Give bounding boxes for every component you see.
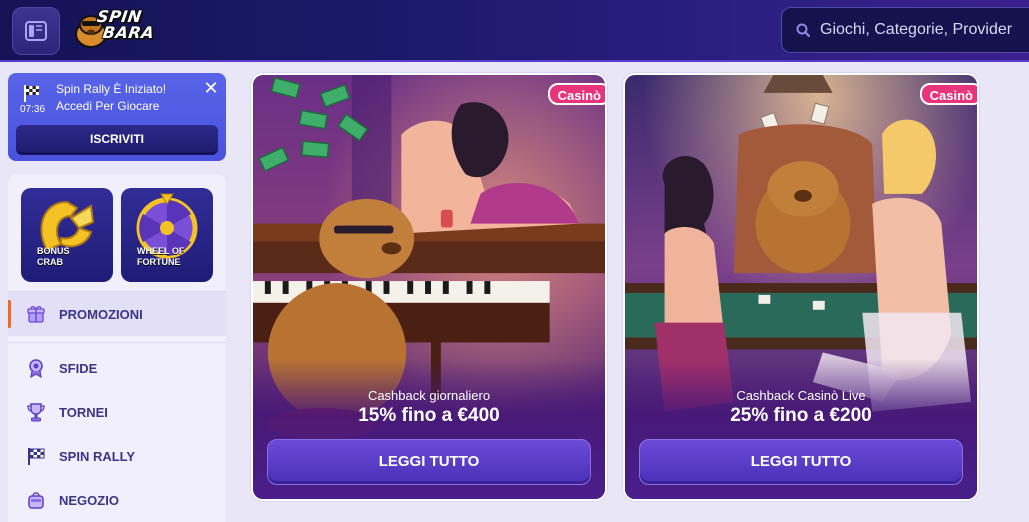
bonus-crab-label: BONUS CRAB (37, 246, 70, 268)
tile-label-line-1: BONUS (37, 246, 70, 256)
sidebar-divider (8, 342, 226, 343)
promo-subtitle: Cashback giornaliero (367, 388, 491, 403)
sidebar-item-label: TORNEI (59, 404, 108, 420)
casino-badge: Casinò (919, 83, 977, 105)
gift-icon (27, 306, 45, 323)
sidebar-item-label: SPIN RALLY (59, 448, 136, 464)
search-icon (796, 23, 810, 37)
promo-card-daily-cashback[interactable]: Casinò Cashback giornaliero 15% fino a €… (251, 73, 607, 501)
tile-label-line-2: CRAB (37, 257, 63, 267)
bag-icon (28, 492, 44, 509)
trophy-icon (27, 403, 45, 422)
tile-label-line-1: WHEEL OF (137, 246, 185, 256)
checkered-flag-icon (24, 85, 39, 102)
sidebar-item-negozio[interactable]: NEGOZIO (8, 478, 226, 522)
sidebar-item-promozioni[interactable]: PROMOZIONI (8, 292, 226, 336)
sidebar-item-label: SFIDE (59, 360, 98, 376)
leggi-tutto-button[interactable]: LEGGI TUTTO (639, 439, 963, 485)
sidebar-toggle-icon (25, 21, 47, 41)
close-icon[interactable]: ✕ (202, 79, 220, 97)
sidebar-toggle-button[interactable] (12, 7, 60, 55)
sidebar-item-sfide[interactable]: SFIDE (8, 346, 226, 390)
leggi-tutto-button[interactable]: LEGGI TUTTO (267, 439, 591, 485)
sidebar: BONUS CRAB WHEEL OF FORTUNE PROMOZIONI S… (8, 174, 226, 522)
wheel-of-fortune-tile[interactable]: WHEEL OF FORTUNE (121, 188, 213, 282)
logo-wordmark: SPIN BARA (94, 7, 158, 42)
notice-subtitle: Accedi Per Giocare (56, 99, 160, 113)
casino-badge: Casinò (547, 83, 605, 105)
iscriviti-button[interactable]: ISCRIVITI (16, 125, 218, 155)
promo-card-live-casino-cashback[interactable]: Casinò Cashback Casinò Live 25% fino a €… (623, 73, 979, 501)
bonus-crab-tile[interactable]: BONUS CRAB (21, 188, 113, 282)
sidebar-item-label: PROMOZIONI (59, 306, 143, 322)
wheel-of-fortune-label: WHEEL OF FORTUNE (137, 246, 184, 268)
medal-icon (29, 359, 43, 378)
search-bar[interactable]: Giochi, Categorie, Provider (781, 7, 1029, 53)
checkered-flag-icon (28, 448, 45, 465)
promo-subtitle: Cashback Casinò Live (736, 388, 866, 403)
sidebar-item-tornei[interactable]: TORNEI (8, 390, 226, 434)
sidebar-item-spin-rally[interactable]: SPIN RALLY (8, 434, 226, 478)
logo-line-2: BARA (101, 23, 156, 42)
search-input[interactable]: Giochi, Categorie, Provider (820, 21, 1012, 39)
top-header: SPIN BARA Giochi, Categorie, Provider (0, 0, 1029, 62)
notice-title: Spin Rally È Iniziato! (56, 82, 167, 96)
notice-time: 07:36 (20, 104, 46, 115)
spin-rally-notice: 07:36 Spin Rally È Iniziato! Accedi Per … (8, 73, 226, 161)
promo-title: 25% fino a €200 (730, 405, 872, 426)
spinbara-logo[interactable]: SPIN BARA (74, 7, 180, 50)
promo-title: 15% fino a €400 (358, 405, 500, 426)
tile-label-line-2: FORTUNE (137, 257, 181, 267)
sidebar-item-label: NEGOZIO (59, 492, 119, 508)
